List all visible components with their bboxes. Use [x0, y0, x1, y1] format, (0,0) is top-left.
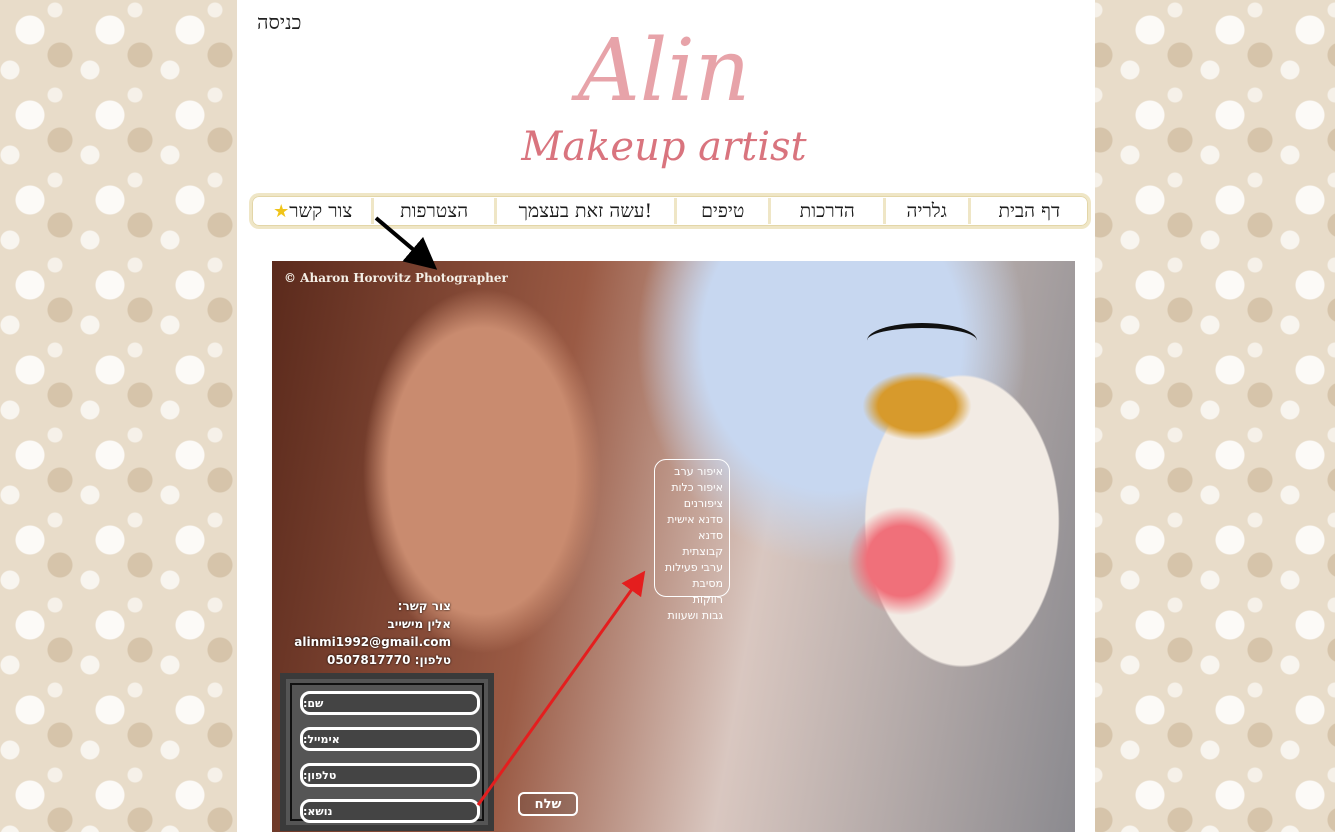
photo-credit: © Aharon Horovitz Photographer [284, 271, 508, 285]
photo-brow [867, 323, 977, 358]
star-icon: ★ [273, 200, 290, 222]
nav-item-gallery[interactable]: גלריה [882, 198, 968, 224]
nav-item-join[interactable]: הצטרפות [371, 198, 493, 224]
logo-main-text: Alin [571, 21, 751, 121]
logo-sub-text: Makeup artist [520, 124, 807, 170]
phone-field[interactable]: טלפון: [300, 763, 480, 787]
service-item[interactable]: סדנא קבוצתית [661, 528, 723, 560]
service-item[interactable]: ציפורנים [661, 496, 723, 512]
nav-item-contact[interactable]: ★ צור קשר [252, 198, 371, 224]
send-button[interactable]: שלח [518, 792, 578, 816]
service-item[interactable]: איפור ערב [661, 464, 723, 480]
name-field[interactable]: שם: [300, 691, 480, 715]
form-frame: שם: אימייל: טלפון: נושא: [290, 683, 484, 823]
nav-item-tips[interactable]: טיפים [673, 198, 769, 224]
main-nav: דף הבית גלריה הדרכות טיפים עשה זאת בעצמך… [249, 193, 1091, 229]
contact-name: אלין מישייב [387, 617, 451, 631]
contact-title: צור קשר: [397, 599, 451, 613]
photo-blush [847, 506, 957, 616]
login-link[interactable]: כניסה [257, 10, 301, 35]
service-item[interactable]: גבות ושעוות [661, 608, 723, 624]
contact-phone: טלפון: 0507817770 [326, 653, 451, 667]
photo-eye-shadow [862, 371, 972, 441]
service-item[interactable]: ערבי פעילות [661, 560, 723, 576]
service-item[interactable]: מסיבת רווקות [661, 576, 723, 608]
nav-item-home[interactable]: דף הבית [967, 198, 1088, 224]
services-list: איפור ערב איפור כלות ציפורנים סדנא אישית… [654, 459, 730, 622]
nav-item-tutorials[interactable]: הדרכות [768, 198, 882, 224]
page-container: כניסה Alin Makeup artist דף הבית גלריה ה… [237, 0, 1095, 832]
service-item[interactable]: איפור כלות [661, 480, 723, 496]
hero-photo: © Aharon Horovitz Photographer איפור ערב… [272, 261, 1075, 832]
nav-item-diy[interactable]: עשה זאת בעצמך! [493, 198, 674, 224]
contact-email[interactable]: alinmi1992@gmail.com [294, 633, 451, 651]
contact-info: צור קשר: אלין מישייב alinmi1992@gmail.co… [294, 597, 451, 669]
email-field[interactable]: אימייל: [300, 727, 480, 751]
service-item[interactable]: סדנא אישית [661, 512, 723, 528]
subject-field[interactable]: נושא: [300, 799, 480, 823]
site-logo[interactable]: Alin Makeup artist [499, 0, 829, 190]
contact-form: שם: אימייל: טלפון: נושא: [280, 673, 494, 831]
